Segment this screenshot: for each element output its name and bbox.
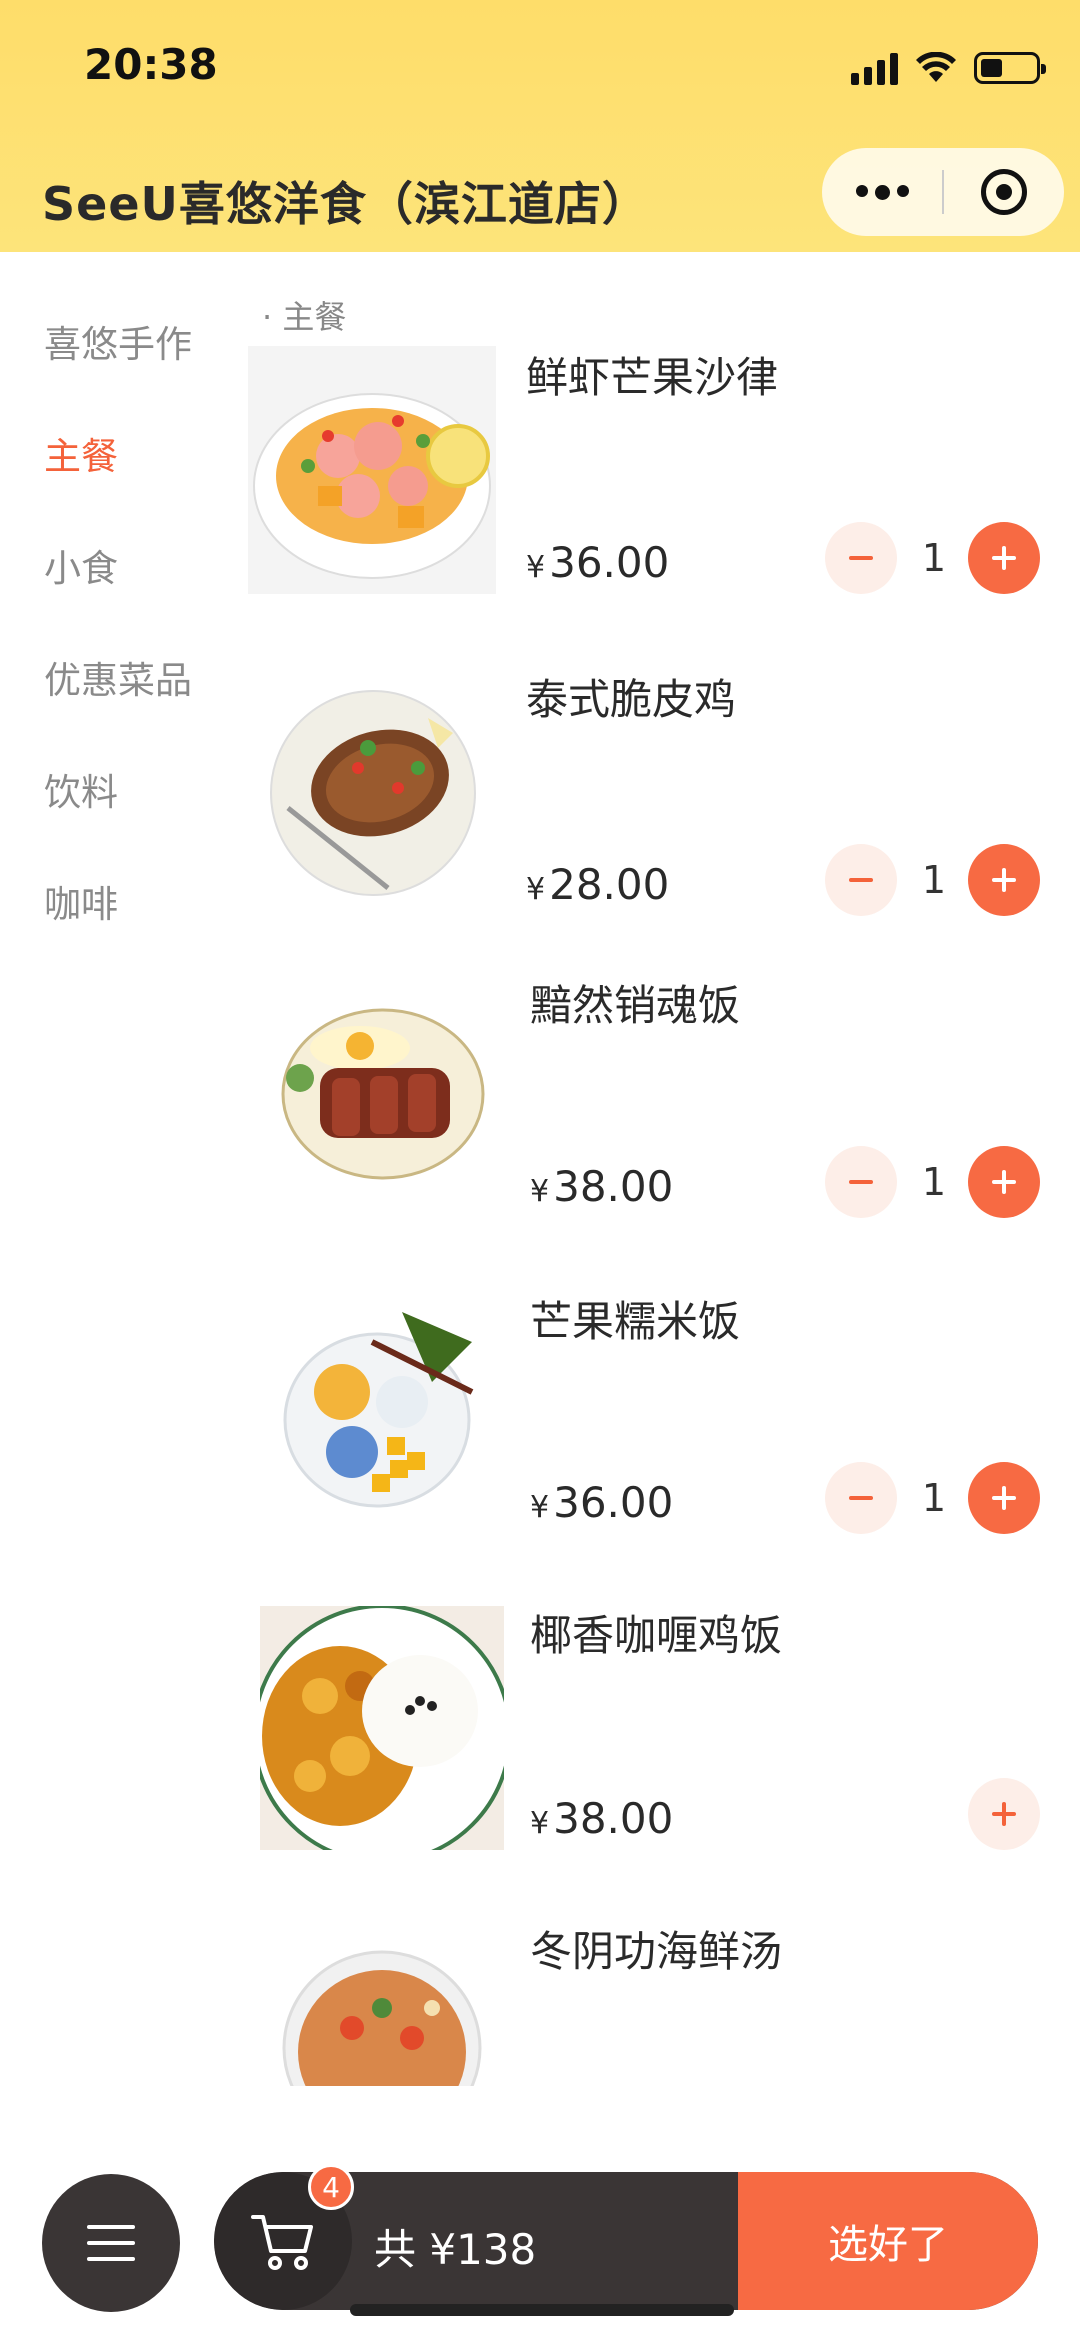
menu-button[interactable] bbox=[42, 2174, 180, 2312]
plus-icon bbox=[1002, 1486, 1006, 1510]
status-time: 20:38 bbox=[84, 40, 218, 89]
quantity-value: 1 bbox=[921, 1160, 947, 1204]
sidebar-item-deals[interactable]: 优惠菜品 bbox=[44, 650, 192, 704]
minus-icon bbox=[849, 878, 873, 882]
plus-icon bbox=[1002, 868, 1006, 892]
dish-name: 鲜虾芒果沙律 bbox=[526, 353, 779, 402]
sidebar-item-coffee[interactable]: 咖啡 bbox=[44, 874, 118, 928]
dish-image-mango-sticky-rice[interactable] bbox=[282, 1302, 488, 1512]
plus-icon bbox=[1002, 1170, 1006, 1194]
wifi-icon bbox=[916, 52, 956, 82]
dish-image-curry-chicken-rice[interactable] bbox=[260, 1606, 504, 1850]
mini-program-capsule bbox=[822, 148, 1064, 236]
sidebar-item-drinks[interactable]: 饮料 bbox=[44, 762, 118, 816]
plus-icon bbox=[1002, 1802, 1006, 1826]
sidebar-item-handmade[interactable]: 喜悠手作 bbox=[44, 314, 192, 368]
target-circle-icon[interactable] bbox=[944, 169, 1064, 215]
decrease-quantity-button[interactable] bbox=[825, 1462, 897, 1534]
hamburger-icon bbox=[87, 2225, 135, 2229]
header: 20:38 SeeU喜悠洋食（滨江道店） bbox=[0, 0, 1080, 252]
dish-name: 黯然销魂饭 bbox=[530, 981, 741, 1030]
minus-icon bbox=[849, 556, 873, 560]
increase-quantity-button[interactable] bbox=[968, 844, 1040, 916]
quantity-value: 1 bbox=[921, 536, 947, 580]
add-to-cart-button[interactable] bbox=[968, 1778, 1040, 1850]
battery-icon bbox=[974, 52, 1046, 84]
dish-image-char-siu-rice[interactable] bbox=[280, 1008, 486, 1180]
dish-name: 芒果糯米饭 bbox=[530, 1297, 741, 1346]
decrease-quantity-button[interactable] bbox=[825, 522, 897, 594]
sidebar-item-main-course[interactable]: 主餐 bbox=[44, 426, 118, 480]
quantity-value: 1 bbox=[921, 858, 947, 902]
shop-title: SeeU喜悠洋食（滨江道店） bbox=[42, 177, 649, 231]
dish-price: ¥36.00 bbox=[526, 538, 670, 587]
dish-price: ¥38.00 bbox=[530, 1794, 674, 1843]
minus-icon bbox=[849, 1180, 873, 1184]
dish-name: 泰式脆皮鸡 bbox=[526, 675, 737, 724]
decrease-quantity-button[interactable] bbox=[825, 1146, 897, 1218]
dish-image-crispy-chicken[interactable] bbox=[268, 688, 478, 898]
minus-icon bbox=[849, 1496, 873, 1500]
quantity-value: 1 bbox=[921, 1476, 947, 1520]
sidebar-item-snacks[interactable]: 小食 bbox=[44, 538, 118, 592]
home-indicator bbox=[350, 2304, 734, 2316]
increase-quantity-button[interactable] bbox=[968, 522, 1040, 594]
signal-icon bbox=[851, 51, 898, 85]
dish-price: ¥38.00 bbox=[530, 1162, 674, 1211]
status-icons bbox=[851, 48, 1046, 88]
dish-name: 冬阴功海鲜汤 bbox=[530, 1927, 783, 1976]
increase-quantity-button[interactable] bbox=[968, 1462, 1040, 1534]
cart-total: 共 ¥138 bbox=[374, 2225, 537, 2274]
checkout-button[interactable]: 选好了 bbox=[738, 2172, 1038, 2310]
more-dots-icon[interactable] bbox=[822, 184, 942, 200]
section-label: · 主餐 bbox=[262, 298, 347, 336]
decrease-quantity-button[interactable] bbox=[825, 844, 897, 916]
plus-icon bbox=[1002, 546, 1006, 570]
dish-name: 椰香咖喱鸡饭 bbox=[530, 1611, 783, 1660]
increase-quantity-button[interactable] bbox=[968, 1146, 1040, 1218]
shopping-cart-icon bbox=[251, 2215, 313, 2270]
dish-price: ¥28.00 bbox=[526, 860, 670, 909]
dish-image-shrimp-salad[interactable] bbox=[248, 346, 496, 594]
dish-price: ¥36.00 bbox=[530, 1478, 674, 1527]
dish-image-tom-yum-soup[interactable] bbox=[282, 1948, 482, 2086]
cart-count-badge: 4 bbox=[308, 2164, 354, 2210]
